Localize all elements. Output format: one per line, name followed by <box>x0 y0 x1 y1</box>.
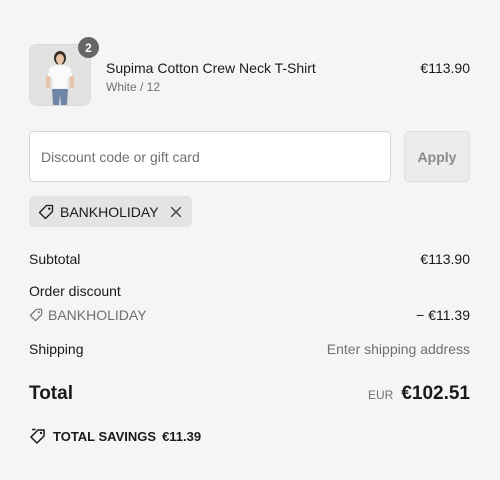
order-discount-label: Order discount <box>29 283 121 299</box>
tag-icon <box>38 204 54 220</box>
total-amount: EUR €102.51 <box>368 383 470 405</box>
tags-icon <box>29 428 47 444</box>
order-discount-code: BANKHOLIDAY <box>29 307 147 323</box>
currency-code: EUR <box>367 388 394 402</box>
subtotal-value: €113.90 <box>420 251 470 267</box>
total-savings: TOTAL SAVINGS €11.39 <box>29 428 201 444</box>
applied-discount-code: BANKHOLIDAY <box>60 203 159 220</box>
discount-code-input[interactable] <box>29 131 391 182</box>
shipping-label: Shipping <box>29 341 84 357</box>
subtotal-label: Subtotal <box>29 251 81 267</box>
order-discount-value: − €11.39 <box>416 307 470 323</box>
order-discount-code-label: BANKHOLIDAY <box>48 307 147 323</box>
total-value: €102.51 <box>401 383 470 404</box>
quantity-badge: 2 <box>78 37 99 58</box>
product-variant: White / 12 <box>106 80 161 94</box>
tag-icon <box>29 308 43 322</box>
product-price: €113.90 <box>420 60 470 76</box>
close-icon[interactable] <box>169 205 183 219</box>
savings-label: TOTAL SAVINGS <box>53 428 157 444</box>
shipping-value: Enter shipping address <box>326 341 470 357</box>
apply-button[interactable]: Apply <box>404 131 470 182</box>
total-label: Total <box>29 383 73 404</box>
applied-discount-chip: BANKHOLIDAY <box>29 196 192 227</box>
product-name: Supima Cotton Crew Neck T-Shirt <box>106 60 316 76</box>
savings-value: €11.39 <box>162 428 202 444</box>
